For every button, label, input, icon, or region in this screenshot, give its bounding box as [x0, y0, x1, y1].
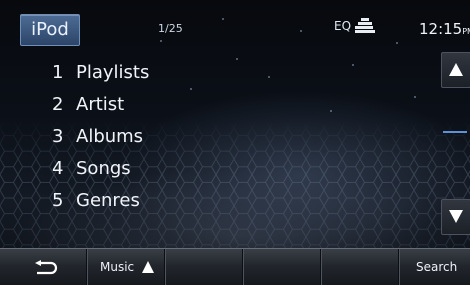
menu-item-number: 4 — [52, 158, 64, 179]
music-label: Music — [100, 260, 135, 274]
source-button[interactable]: iPod — [20, 14, 80, 46]
bottom-bar: Music Search — [0, 248, 470, 285]
menu-item-number: 2 — [52, 94, 64, 115]
clock-time: 12:15 — [419, 20, 463, 38]
eq-indicator[interactable]: EQ — [334, 18, 376, 34]
scroll-up-button[interactable] — [441, 52, 470, 88]
scroll-down-button[interactable] — [441, 199, 470, 235]
eq-label: EQ — [334, 19, 352, 33]
top-bar: iPod 1/25 EQ 12:15PM — [0, 0, 470, 52]
scroll-position-indicator[interactable] — [443, 131, 467, 133]
menu-item-number: 1 — [52, 62, 64, 83]
menu-item-label: Genres — [76, 190, 140, 211]
track-counter: 1/25 — [158, 22, 183, 35]
menu-item-playlists[interactable]: 1 Playlists — [0, 58, 420, 88]
empty-softkey-3[interactable] — [320, 249, 399, 285]
triangle-up-icon — [449, 63, 463, 76]
menu-item-label: Playlists — [76, 62, 150, 83]
menu-item-artist[interactable]: 2 Artist — [0, 90, 420, 120]
triangle-down-icon — [449, 210, 463, 223]
empty-softkey-2[interactable] — [242, 249, 321, 285]
ipod-screen: iPod 1/25 EQ 12:15PM 1 Playlists 2 Artis… — [0, 0, 470, 285]
empty-softkey-1[interactable] — [164, 249, 243, 285]
music-button[interactable]: Music — [86, 249, 165, 285]
eq-bars-icon — [355, 18, 376, 34]
search-label: Search — [416, 260, 458, 274]
return-arrow-icon — [35, 260, 58, 275]
menu-item-songs[interactable]: 4 Songs — [0, 154, 420, 184]
menu-item-number: 3 — [52, 126, 64, 147]
back-button[interactable] — [0, 249, 87, 285]
menu-item-genres[interactable]: 5 Genres — [0, 186, 420, 216]
menu-item-label: Artist — [76, 94, 125, 115]
search-button[interactable]: Search — [398, 249, 470, 285]
menu-item-label: Albums — [76, 126, 144, 147]
clock: 12:15PM — [419, 20, 470, 38]
triangle-up-icon — [142, 261, 154, 273]
menu-item-number: 5 — [52, 190, 64, 211]
clock-suffix: PM — [462, 27, 470, 36]
menu-item-albums[interactable]: 3 Albums — [0, 122, 420, 152]
menu-item-label: Songs — [76, 158, 131, 179]
